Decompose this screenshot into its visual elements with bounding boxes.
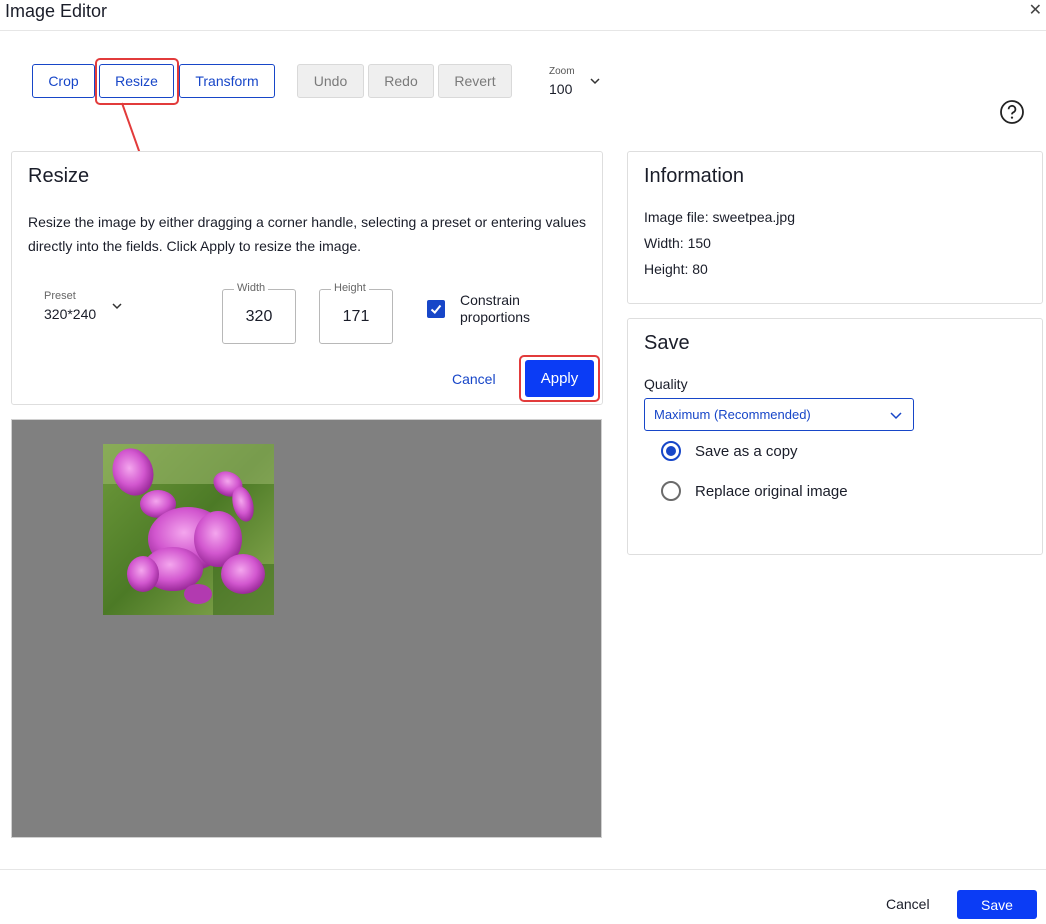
width-label: Width	[234, 282, 269, 294]
constrain-label: Constrain proportions	[460, 292, 531, 325]
footer-save-button[interactable]: Save	[957, 890, 1037, 919]
zoom-label: Zoom	[549, 66, 575, 77]
resize-panel-title: Resize	[28, 165, 90, 187]
information-panel: Information Image file: sweetpea.jpg Wid…	[627, 151, 1043, 304]
help-icon[interactable]	[999, 99, 1025, 125]
resize-description: Resize the image by either dragging a co…	[28, 214, 586, 254]
radio-selected-icon[interactable]	[661, 441, 681, 461]
info-image-file: Image file: sweetpea.jpg	[644, 209, 795, 225]
save-panel-title: Save	[644, 332, 690, 354]
width-field[interactable]: 320	[222, 289, 296, 344]
quality-select-value: Maximum (Recommended)	[654, 407, 811, 422]
chevron-down-icon[interactable]	[110, 299, 124, 313]
redo-button[interactable]: Redo	[368, 64, 434, 98]
info-height: Height: 80	[644, 261, 708, 277]
replace-original-option[interactable]: Replace original image	[661, 481, 848, 501]
height-label: Height	[331, 282, 369, 294]
preset-select[interactable]: 320*240	[44, 306, 96, 322]
crop-button[interactable]: Crop	[32, 64, 95, 98]
dialog-footer: Cancel Save	[0, 869, 1046, 924]
revert-button[interactable]: Revert	[438, 64, 512, 98]
window-title: Image Editor	[5, 1, 108, 21]
zoom-value[interactable]: 100	[549, 81, 572, 97]
radio-unselected-icon[interactable]	[661, 481, 681, 501]
undo-button[interactable]: Undo	[297, 64, 364, 98]
quality-label: Quality	[644, 376, 688, 392]
resize-cancel-button[interactable]: Cancel	[452, 371, 496, 387]
save-as-copy-label: Save as a copy	[695, 442, 798, 460]
resize-highlight-annotation	[95, 58, 179, 105]
information-title: Information	[644, 165, 745, 187]
height-field[interactable]: 171	[319, 289, 393, 344]
info-width: Width: 150	[644, 235, 711, 251]
replace-original-label: Replace original image	[695, 482, 848, 500]
save-as-copy-option[interactable]: Save as a copy	[661, 441, 798, 461]
apply-highlight-annotation	[519, 355, 600, 402]
chevron-down-icon	[890, 412, 902, 420]
quality-select[interactable]: Maximum (Recommended)	[644, 398, 914, 431]
sweetpea-image[interactable]	[103, 444, 274, 615]
checkmark-icon	[430, 304, 442, 314]
footer-cancel-button[interactable]: Cancel	[886, 896, 930, 912]
transform-button[interactable]: Transform	[179, 64, 275, 98]
image-canvas[interactable]	[11, 419, 602, 838]
save-panel: Save Quality Maximum (Recommended) Save …	[627, 318, 1043, 555]
resize-panel: Resize Resize the image by either draggi…	[11, 151, 603, 405]
title-bar: Image Editor ✕	[0, 0, 1046, 31]
constrain-checkbox[interactable]	[427, 300, 445, 318]
preset-label: Preset	[44, 290, 76, 302]
close-icon[interactable]: ✕	[1029, 0, 1042, 20]
chevron-down-icon[interactable]	[588, 74, 602, 88]
